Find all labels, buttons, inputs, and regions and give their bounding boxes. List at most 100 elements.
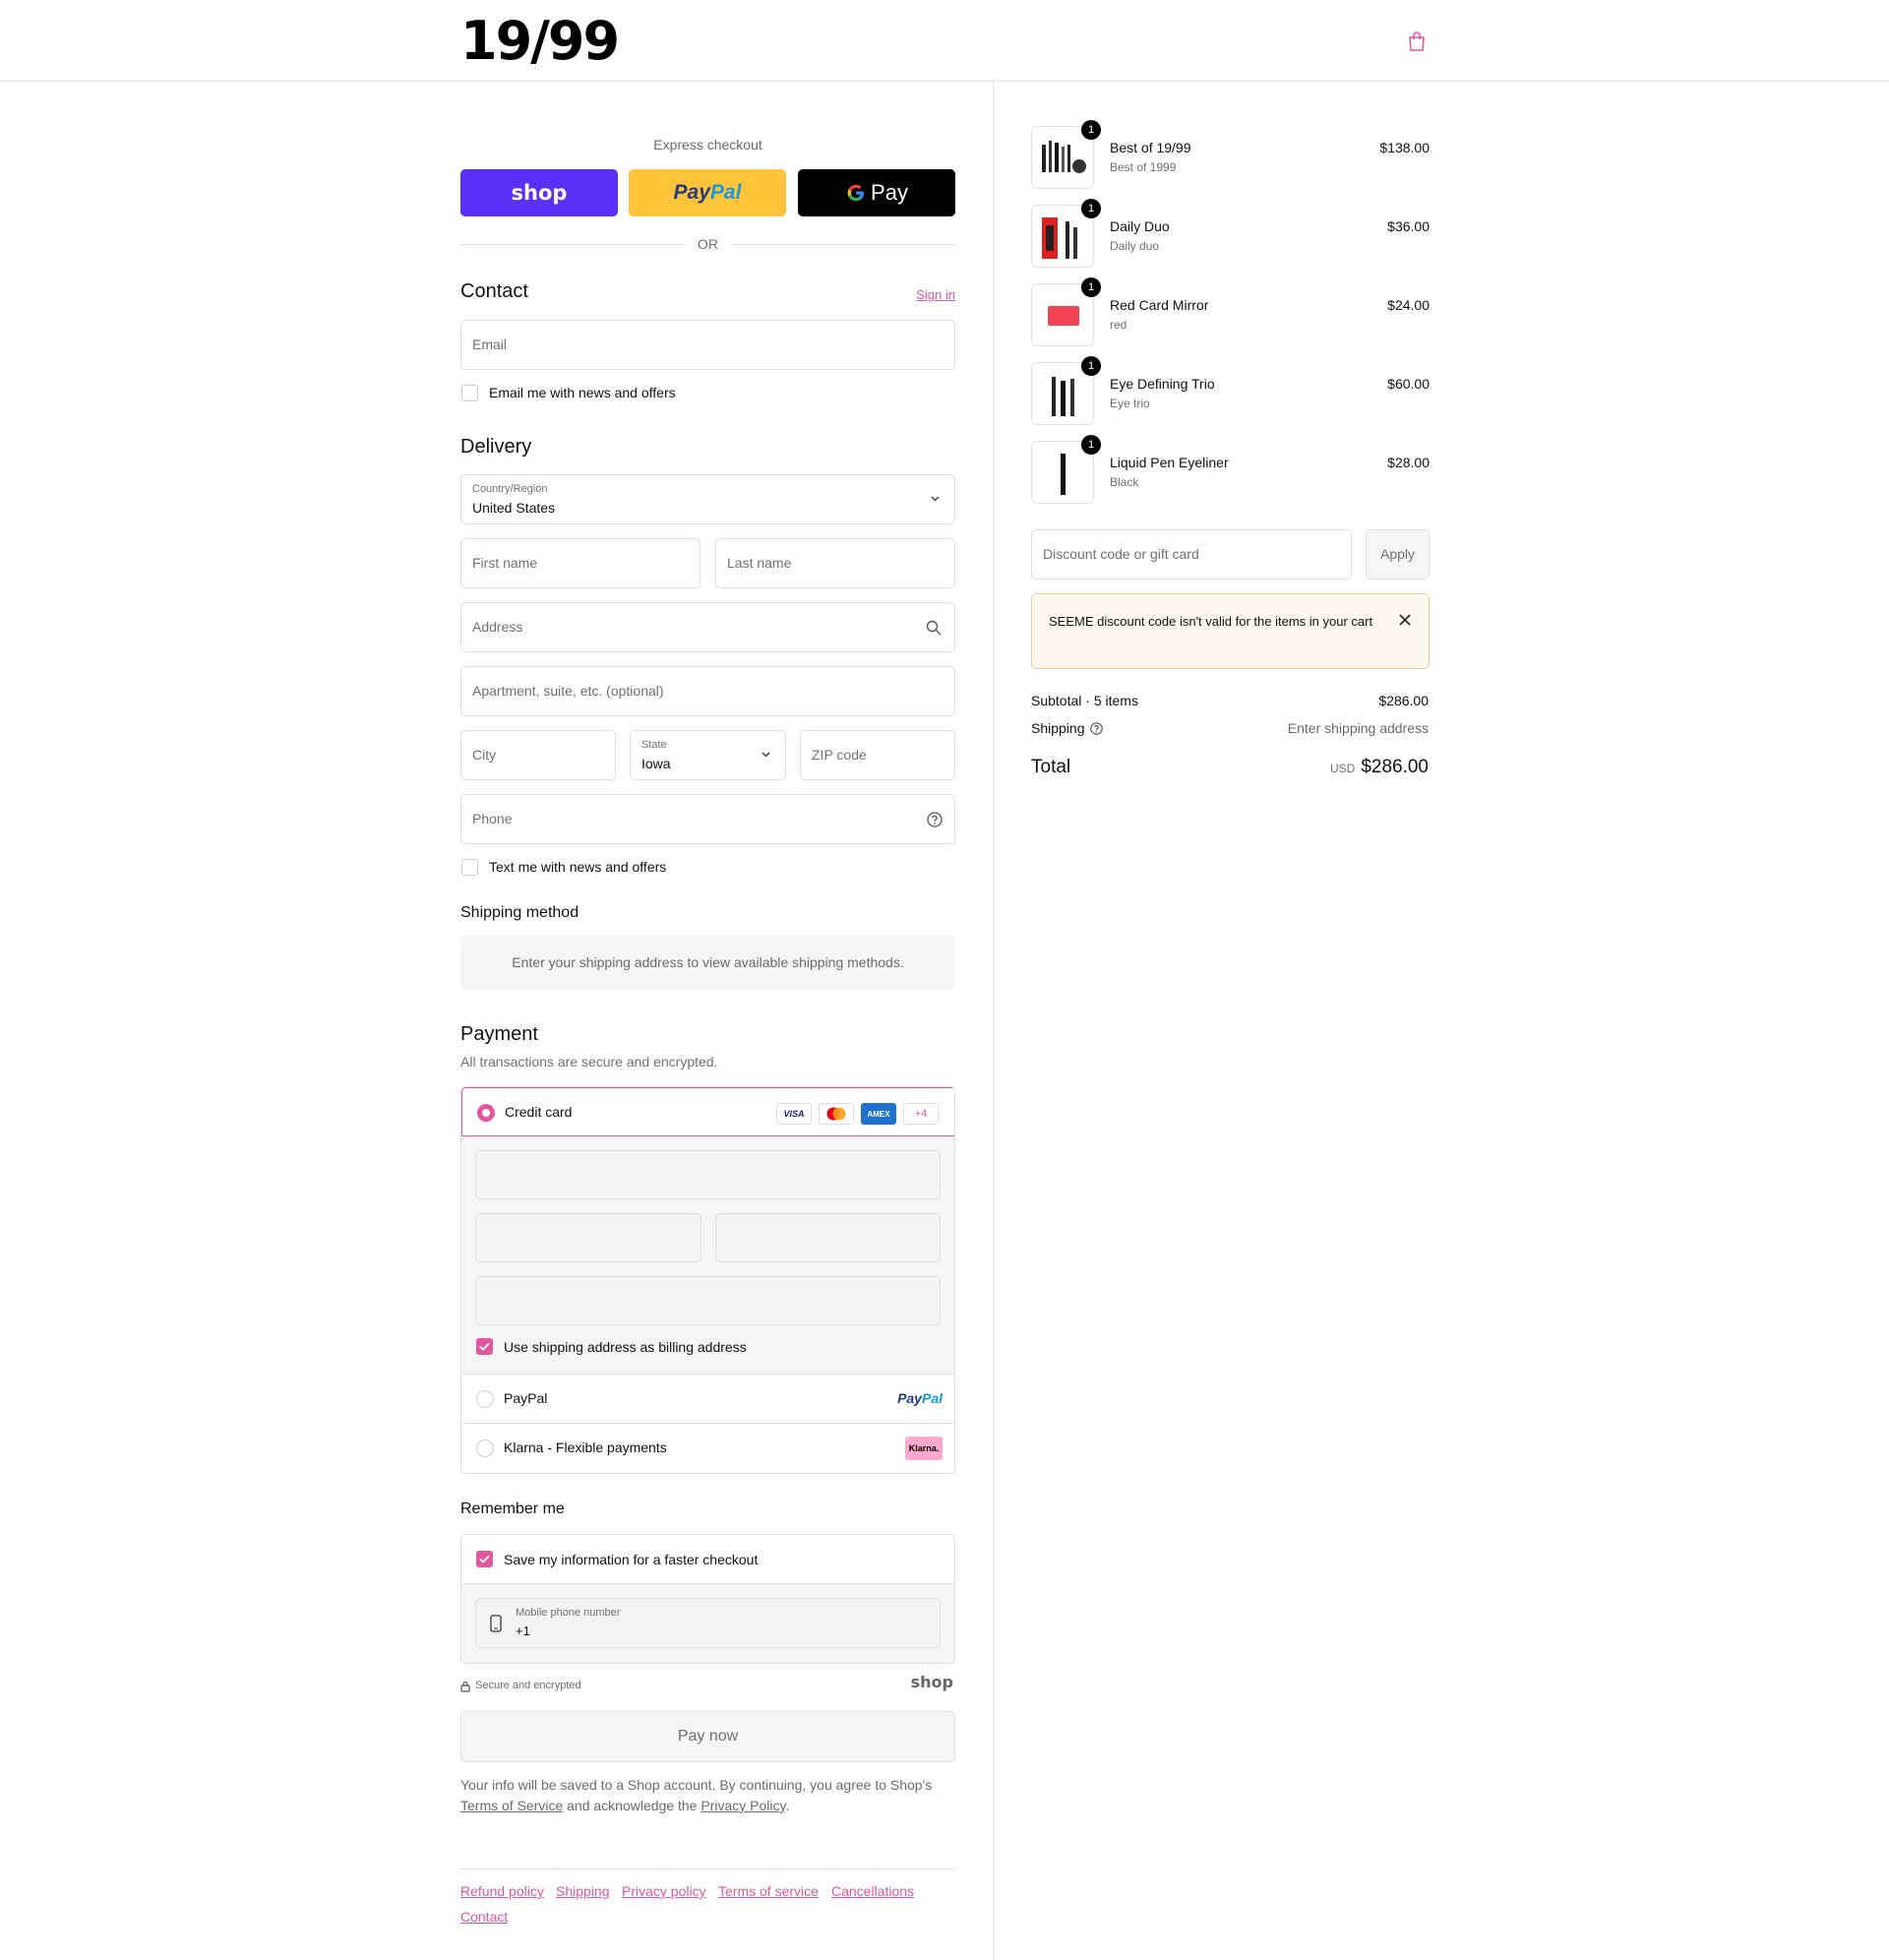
currency-code: USD — [1329, 762, 1356, 775]
klarna-radio[interactable] — [476, 1439, 494, 1457]
legal-line: Your info will be saved to a Shop accoun… — [460, 1777, 933, 1793]
save-info-row: Save my information for a faster checkou… — [461, 1535, 954, 1584]
card-number-field[interactable] — [475, 1150, 941, 1199]
product-variant: Eye trio — [1110, 397, 1150, 410]
google-g-icon — [847, 184, 865, 202]
email-news-label: Email me with news and offers — [489, 385, 676, 400]
total-value: $286.00 — [1361, 757, 1429, 777]
quantity-badge: 1 — [1081, 277, 1101, 297]
shipping-value: Enter shipping address — [1287, 720, 1429, 736]
product-price: $28.00 — [1387, 455, 1430, 470]
shipping-link[interactable]: Shipping — [556, 1883, 610, 1899]
legal-and: and acknowledge the — [563, 1798, 701, 1813]
product-variant: Best of 1999 — [1110, 160, 1177, 174]
discount-error-message: SEEME discount code isn't valid for the … — [1049, 614, 1373, 629]
address-field[interactable]: Address — [460, 602, 955, 652]
shipping-label: Shipping — [1031, 720, 1085, 736]
zip-field[interactable]: ZIP code — [800, 730, 955, 780]
paypal-logo-pay: Pay — [897, 1390, 922, 1406]
save-info-checkbox[interactable] — [476, 1551, 493, 1567]
discount-placeholder: Discount code or gift card — [1043, 546, 1199, 562]
cart-item: 1 Daily Duo Daily duo $36.00 — [1031, 199, 1430, 270]
mobile-phone-value: +1 — [516, 1623, 530, 1638]
billing-address-label: Use shipping address as billing address — [504, 1339, 747, 1355]
subtotal-value: $286.00 — [1378, 693, 1429, 708]
country-select[interactable]: Country/Region United States — [460, 474, 955, 524]
credit-card-radio[interactable] — [477, 1104, 495, 1122]
refund-policy-link[interactable]: Refund policy — [460, 1883, 544, 1899]
last-name-field[interactable]: Last name — [715, 538, 955, 588]
lock-icon — [460, 1681, 470, 1692]
cart-item: 1 Liquid Pen Eyeliner Black $28.00 — [1031, 435, 1430, 506]
contact-link[interactable]: Contact — [460, 1909, 508, 1925]
paypal-button[interactable]: Pay Pal — [629, 169, 786, 216]
email-news-checkbox[interactable] — [461, 385, 478, 401]
terms-of-service-footer-link[interactable]: Terms of service — [718, 1883, 819, 1899]
cancellations-link[interactable]: Cancellations — [831, 1883, 914, 1899]
close-icon[interactable] — [1399, 614, 1411, 626]
privacy-policy-link[interactable]: Privacy Policy — [701, 1798, 785, 1813]
payment-heading: Payment — [460, 1023, 538, 1045]
shop-pay-button[interactable]: shop — [460, 169, 618, 216]
discount-code-field[interactable]: Discount code or gift card — [1031, 529, 1352, 580]
google-pay-button[interactable]: Pay — [798, 169, 955, 216]
total-label: Total — [1031, 757, 1071, 777]
paypal-radio[interactable] — [476, 1390, 494, 1408]
privacy-policy-footer-link[interactable]: Privacy policy — [622, 1883, 706, 1899]
payment-subtitle: All transactions are secure and encrypte… — [460, 1054, 718, 1070]
shopping-bag-icon[interactable] — [1407, 31, 1427, 52]
visa-icon: VISA — [776, 1103, 812, 1125]
mastercard-icon — [819, 1103, 854, 1125]
amex-icon: AMEX — [861, 1103, 896, 1125]
billing-address-checkbox[interactable] — [476, 1338, 493, 1355]
delivery-heading: Delivery — [460, 436, 532, 458]
card-expiry-field[interactable] — [475, 1213, 701, 1262]
card-name-field[interactable] — [475, 1276, 941, 1325]
apply-button[interactable]: Apply — [1366, 529, 1430, 580]
klarna-option-label: Klarna - Flexible payments — [504, 1439, 667, 1455]
product-variant: Black — [1110, 475, 1139, 489]
store-logo[interactable]: 19/99 — [460, 14, 620, 69]
last-name-placeholder: Last name — [727, 555, 792, 571]
apartment-field[interactable]: Apartment, suite, etc. (optional) — [460, 666, 955, 716]
product-name: Liquid Pen Eyeliner — [1110, 455, 1229, 470]
or-label: OR — [684, 234, 732, 254]
state-value: Iowa — [641, 756, 671, 771]
help-icon[interactable] — [927, 812, 943, 827]
country-value: United States — [472, 500, 556, 516]
phone-field[interactable]: Phone — [460, 794, 955, 844]
text-news-checkbox[interactable] — [461, 859, 478, 876]
payment-options: Credit card VISA AMEX +4 Use shipping ad… — [460, 1086, 955, 1474]
footer-links: Refund policy Shipping Privacy policy Te… — [460, 1868, 955, 1925]
card-fields-panel: Use shipping address as billing address — [461, 1136, 954, 1375]
express-checkout-title: Express checkout — [653, 137, 762, 153]
city-field[interactable]: City — [460, 730, 616, 780]
product-variant: Daily duo — [1110, 239, 1160, 253]
product-variant: red — [1110, 318, 1127, 332]
sign-in-link[interactable]: Sign in — [916, 287, 955, 302]
email-field[interactable]: Email — [460, 320, 955, 370]
first-name-field[interactable]: First name — [460, 538, 701, 588]
klarna-logo: Klarna. — [905, 1437, 943, 1460]
pay-now-button[interactable]: Pay now — [460, 1711, 955, 1762]
credit-card-option[interactable]: Credit card VISA AMEX +4 — [461, 1087, 954, 1136]
shipping-method-message: Enter your shipping address to view avai… — [460, 936, 955, 990]
quantity-badge: 1 — [1081, 199, 1101, 218]
search-icon — [926, 620, 942, 636]
quantity-badge: 1 — [1081, 435, 1101, 455]
paypal-option[interactable]: PayPal PayPal — [461, 1375, 954, 1424]
product-name: Daily Duo — [1110, 218, 1170, 234]
product-price: $60.00 — [1387, 376, 1430, 392]
card-cvc-field[interactable] — [715, 1213, 941, 1262]
first-name-placeholder: First name — [472, 555, 538, 571]
email-placeholder: Email — [472, 337, 508, 352]
terms-of-service-link[interactable]: Terms of Service — [460, 1798, 563, 1813]
mobile-phone-field[interactable]: Mobile phone number +1 — [475, 1598, 941, 1648]
state-select[interactable]: State Iowa — [630, 730, 786, 780]
paypal-logo: PayPal — [897, 1390, 943, 1406]
klarna-option[interactable]: Klarna - Flexible payments Klarna. — [461, 1424, 954, 1473]
or-divider: OR — [460, 234, 955, 254]
help-icon[interactable] — [1090, 722, 1103, 735]
credit-card-label: Credit card — [505, 1104, 573, 1120]
check-icon — [479, 1555, 490, 1563]
